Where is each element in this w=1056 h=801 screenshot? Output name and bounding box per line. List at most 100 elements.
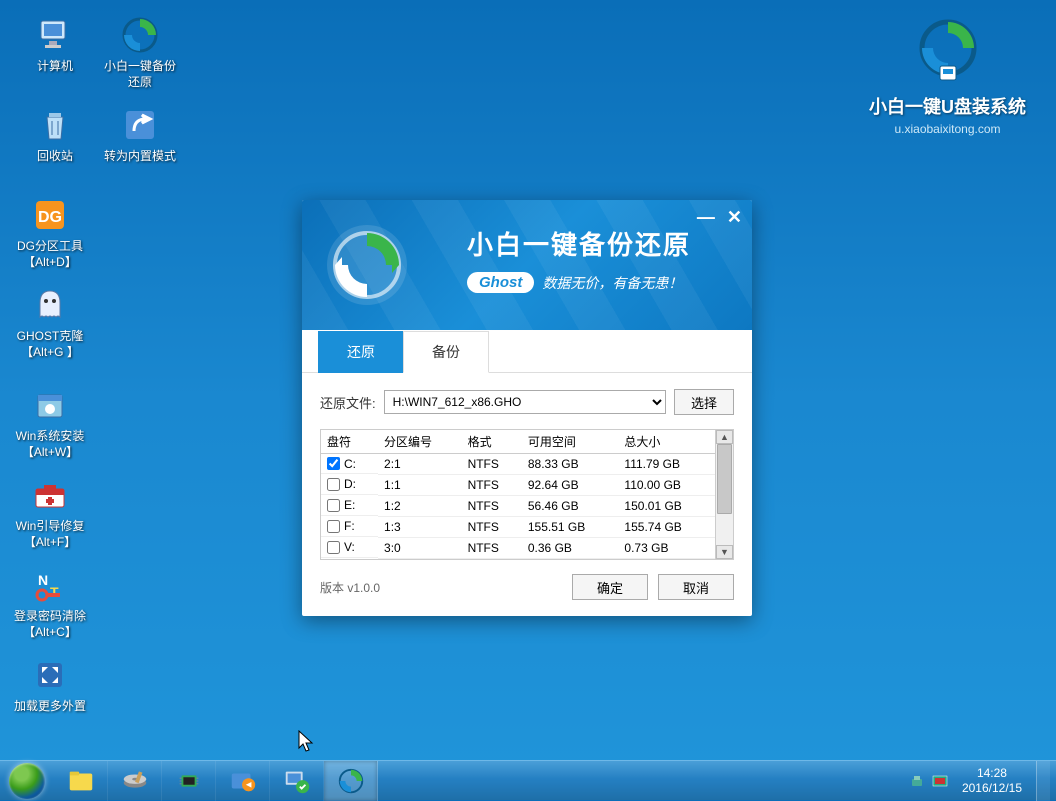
clock-date: 2016/12/15 xyxy=(962,781,1022,795)
desktop-icon-expand[interactable]: 加载更多外置 xyxy=(10,655,90,715)
xiaobai-app-icon xyxy=(336,766,366,796)
drive-letter: V: xyxy=(344,540,355,554)
desktop-icon-winsetup[interactable]: Win系统安装 【Alt+W】 xyxy=(10,385,90,460)
file-path-select[interactable]: H:\WIN7_612_x86.GHO xyxy=(384,390,666,414)
disk-checkbox[interactable] xyxy=(327,520,340,533)
drive-letter: E: xyxy=(344,498,355,512)
svg-text:N: N xyxy=(38,572,48,588)
taskbar-item-chip-tool[interactable] xyxy=(162,761,216,801)
desktop-icon-ntpw[interactable]: NT 登录密码清除 【Alt+C】 xyxy=(10,565,90,640)
app-logo-icon xyxy=(322,220,412,310)
table-row[interactable]: C:2:1NTFS88.33 GB111.79 GB xyxy=(321,454,715,475)
scroll-down-icon[interactable]: ▼ xyxy=(716,545,733,559)
svg-text:DG: DG xyxy=(38,209,62,226)
ghost-badge: Ghost xyxy=(467,272,534,293)
watermark-url: u.xiaobaixitong.com xyxy=(869,122,1026,136)
xiaobai-logo-icon xyxy=(913,18,983,88)
total-size: 110.00 GB xyxy=(618,475,715,496)
disk-checkbox[interactable] xyxy=(327,478,340,491)
desktop-icon-dg[interactable]: DGDG分区工具 【Alt+D】 xyxy=(10,195,90,270)
svg-text:T: T xyxy=(50,584,59,600)
desktop-icon-label: 小白一键备份 还原 xyxy=(100,59,180,90)
taskbar-item-system-tool[interactable] xyxy=(270,761,324,801)
drive-letter: F: xyxy=(344,519,355,533)
close-button[interactable]: ✕ xyxy=(727,208,742,226)
toolbox-icon xyxy=(30,475,70,515)
table-row[interactable]: V:3:0NTFS0.36 GB0.73 GB xyxy=(321,538,715,559)
col-format[interactable]: 格式 xyxy=(462,430,522,454)
desktop-icon-label: Win引导修复 【Alt+F】 xyxy=(10,519,90,550)
free-space: 92.64 GB xyxy=(522,475,619,496)
ghost-icon xyxy=(30,285,70,325)
tray-display-icon[interactable] xyxy=(932,773,948,789)
table-row[interactable]: E:1:2NTFS56.46 GB150.01 GB xyxy=(321,496,715,517)
minimize-button[interactable]: — xyxy=(697,208,715,226)
part-id: 1:2 xyxy=(378,496,462,517)
desktop-icon-label: 转为内置模式 xyxy=(100,149,180,165)
taskbar-item-disk-tool[interactable] xyxy=(108,761,162,801)
desktop-icon-ghost[interactable]: GHOST克隆 【Alt+G 】 xyxy=(10,285,90,360)
disk-table: 盘符 分区编号 格式 可用空间 总大小 C:2:1NTFS88.33 GB111… xyxy=(321,430,715,559)
clock-time: 14:28 xyxy=(962,766,1022,780)
expand-icon xyxy=(30,655,70,695)
scroll-up-icon[interactable]: ▲ xyxy=(716,430,733,444)
window-titlebar[interactable]: — ✕ 小白一键备份还原 Ghost 数据无价，有备无患！ xyxy=(302,200,752,330)
desktop-icon-toolbox[interactable]: Win引导修复 【Alt+F】 xyxy=(10,475,90,550)
desktop-icon-xiaobai[interactable]: 小白一键备份 还原 xyxy=(100,15,180,90)
recycle-icon xyxy=(35,105,75,145)
desktop-icon-label: Win系统安装 【Alt+W】 xyxy=(10,429,90,460)
tray-device-icon[interactable] xyxy=(910,773,926,789)
taskbar-clock[interactable]: 14:28 2016/12/15 xyxy=(956,766,1028,795)
scroll-thumb[interactable] xyxy=(717,444,732,514)
disk-checkbox[interactable] xyxy=(327,541,340,554)
winsetup-icon xyxy=(30,385,70,425)
dg-icon: DG xyxy=(30,195,70,235)
col-free[interactable]: 可用空间 xyxy=(522,430,619,454)
free-space: 0.36 GB xyxy=(522,538,619,559)
taskbar-item-explorer[interactable] xyxy=(54,761,108,801)
file-label: 还原文件: xyxy=(320,393,376,412)
taskbar-item-media-tool[interactable] xyxy=(216,761,270,801)
desktop-icon-computer[interactable]: 计算机 xyxy=(15,15,95,75)
cancel-button[interactable]: 取消 xyxy=(658,574,734,600)
fs-format: NTFS xyxy=(462,538,522,559)
desktop-icon-shortcut[interactable]: 转为内置模式 xyxy=(100,105,180,165)
media-tool-icon xyxy=(228,766,258,796)
free-space: 88.33 GB xyxy=(522,454,619,475)
desktop-icon-label: 加载更多外置 xyxy=(10,699,90,715)
watermark-title: 小白一键U盘装系统 xyxy=(869,93,1026,119)
windows-logo-icon xyxy=(9,763,45,799)
desktop-icon-label: 登录密码清除 【Alt+C】 xyxy=(10,609,90,640)
part-id: 2:1 xyxy=(378,454,462,475)
table-row[interactable]: F:1:3NTFS155.51 GB155.74 GB xyxy=(321,517,715,538)
window-title: 小白一键备份还原 xyxy=(467,225,691,262)
disk-tool-icon xyxy=(120,766,150,796)
disk-checkbox[interactable] xyxy=(327,499,340,512)
disk-checkbox[interactable] xyxy=(327,457,340,470)
drive-letter: D: xyxy=(344,477,356,491)
col-total[interactable]: 总大小 xyxy=(618,430,715,454)
system-tool-icon xyxy=(282,766,312,796)
mouse-cursor-icon xyxy=(298,730,316,759)
fs-format: NTFS xyxy=(462,496,522,517)
col-drive[interactable]: 盘符 xyxy=(321,430,378,454)
chip-tool-icon xyxy=(174,766,204,796)
shortcut-icon xyxy=(120,105,160,145)
part-id: 1:3 xyxy=(378,517,462,538)
table-row[interactable]: D:1:1NTFS92.64 GB110.00 GB xyxy=(321,475,715,496)
show-desktop-button[interactable] xyxy=(1036,761,1050,801)
taskbar-item-xiaobai-app[interactable] xyxy=(324,761,378,801)
tab-backup[interactable]: 备份 xyxy=(403,331,489,373)
ok-button[interactable]: 确定 xyxy=(572,574,648,600)
free-space: 56.46 GB xyxy=(522,496,619,517)
start-button[interactable] xyxy=(0,761,54,801)
desktop: 计算机小白一键备份 还原回收站转为内置模式 DGDG分区工具 【Alt+D】 GHO… xyxy=(0,0,1056,760)
tab-restore[interactable]: 还原 xyxy=(318,331,404,373)
browse-button[interactable]: 选择 xyxy=(674,389,734,415)
table-scrollbar[interactable]: ▲ ▼ xyxy=(715,430,733,559)
col-part[interactable]: 分区编号 xyxy=(378,430,462,454)
part-id: 1:1 xyxy=(378,475,462,496)
desktop-icon-recycle[interactable]: 回收站 xyxy=(15,105,95,165)
desktop-icon-label: 回收站 xyxy=(15,149,95,165)
taskbar: 14:28 2016/12/15 xyxy=(0,760,1056,800)
